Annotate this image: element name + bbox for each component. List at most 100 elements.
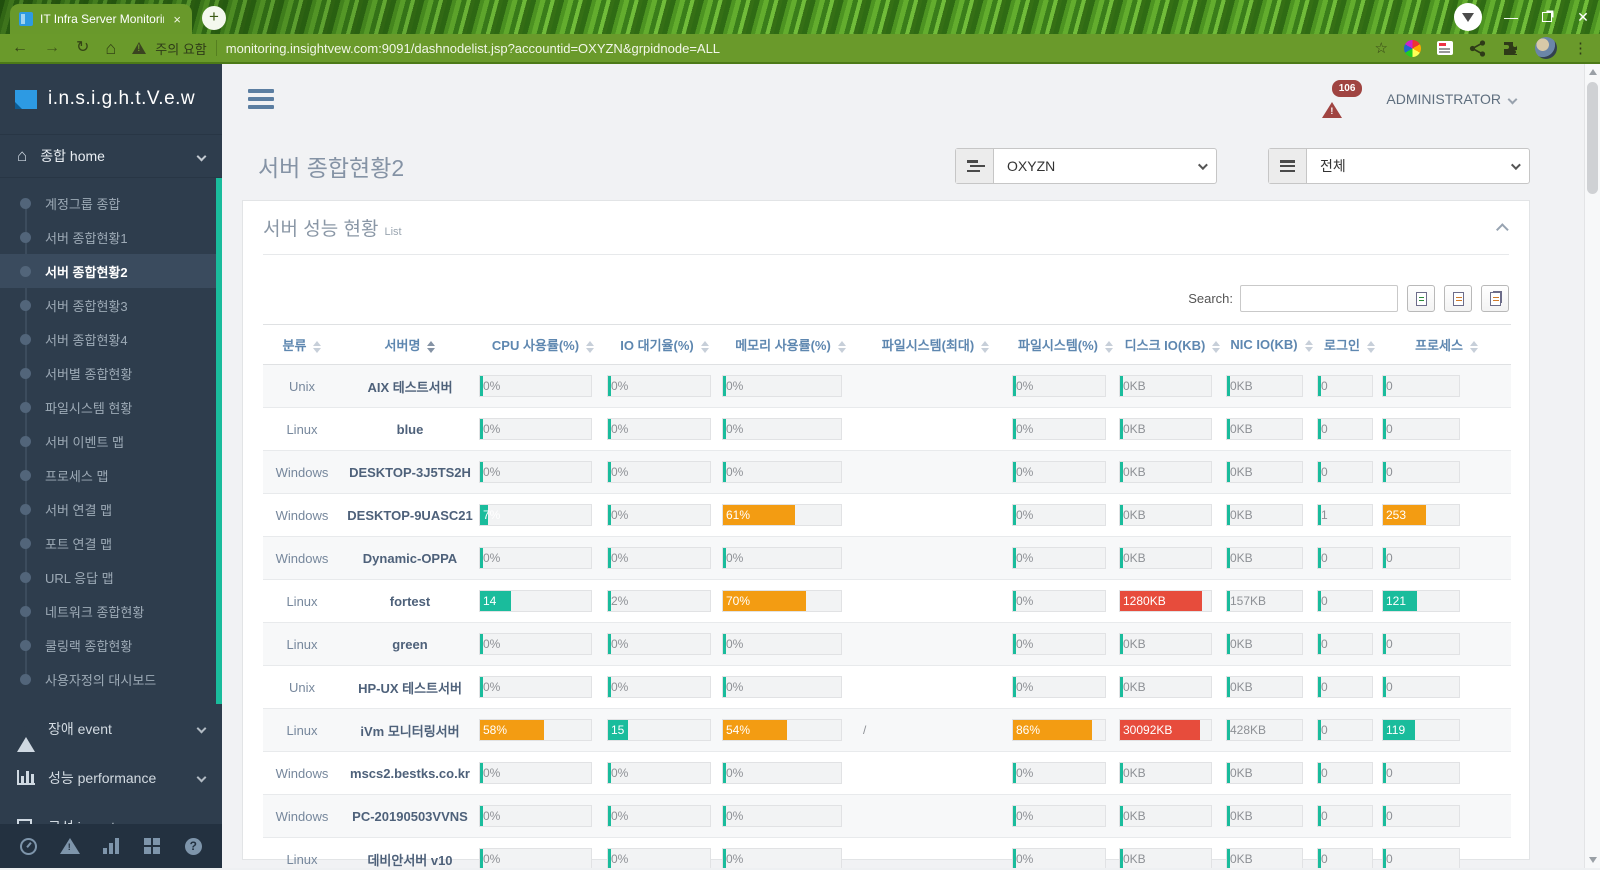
search-input[interactable] <box>1240 285 1398 312</box>
stats-bars-icon[interactable] <box>99 834 123 858</box>
column-header-1[interactable]: 분류 <box>263 324 341 365</box>
browser-tab[interactable]: IT Infra Server Monitoring and M × <box>10 4 192 34</box>
column-header-11[interactable]: 프로세스 <box>1382 324 1511 365</box>
table-row[interactable]: Windows mscs2.bestks.co.kr 0% 0% 0% 0% 0KB 0KB 0… <box>263 751 1511 795</box>
sidebar-item-4[interactable]: 서버 종합현황3 <box>0 288 216 322</box>
column-header-5[interactable]: 메모리 사용률(%) <box>722 324 859 365</box>
profile-avatar[interactable] <box>1535 37 1557 59</box>
cell-cpu: 58% <box>479 708 607 752</box>
window-restore-button[interactable] <box>1542 12 1552 22</box>
table-row[interactable]: Linux blue 0% 0% 0% 0% 0KB 0KB 0 0 <box>263 407 1511 451</box>
grid-icon[interactable] <box>140 834 164 858</box>
sidebar-item-9[interactable]: 프로세스 맵 <box>0 458 216 492</box>
media-control-button[interactable] <box>1454 3 1482 31</box>
column-header-2[interactable]: 서버명 <box>341 324 479 365</box>
table-row[interactable]: Linux iVm 모니터링서버 58% 15 54% /86% 30092KB 428KB 0… <box>263 708 1511 752</box>
sort-icon <box>837 340 846 353</box>
address-bar[interactable]: 주의 요함 monitoring.insightvew.com:9091/das… <box>132 39 1388 58</box>
share-icon[interactable] <box>1469 39 1486 57</box>
table-row[interactable]: Unix HP-UX 테스트서버 0% 0% 0% 0% 0KB 0KB 0 0 <box>263 665 1511 709</box>
scroll-up-icon[interactable] <box>1589 69 1597 75</box>
cell-mem: 0% <box>722 622 859 666</box>
help-icon[interactable]: ? <box>181 834 205 858</box>
vertical-scrollbar[interactable] <box>1584 64 1600 868</box>
window-close-button[interactable]: ✕ <box>1576 9 1590 26</box>
tab-close-icon[interactable]: × <box>171 12 183 27</box>
sidebar-item-5[interactable]: 서버 종합현황4 <box>0 322 216 356</box>
server-name: PC-20190503VVNS <box>341 794 479 838</box>
server-name: 데비안서버 v10 <box>341 837 479 868</box>
cell-proc: 121 <box>1382 579 1511 623</box>
notification-button[interactable]: 106 <box>1320 80 1363 118</box>
cell-disk: 0KB <box>1119 407 1226 451</box>
user-menu[interactable]: ADMINISTRATOR <box>1386 91 1518 107</box>
table-row[interactable]: Linux green 0% 0% 0% 0% 0KB 0KB 0 0 <box>263 622 1511 666</box>
table-row[interactable]: Unix AIX 테스트서버 0% 0% 0% 0% 0KB 0KB 0 0 <box>263 364 1511 408</box>
login-bar: 0 <box>1317 547 1373 569</box>
notes-extension-icon[interactable] <box>1437 41 1453 55</box>
sidebar-item-15[interactable]: 사용자정의 대시보드 <box>0 662 216 696</box>
nic-bar: 0KB <box>1226 633 1303 655</box>
proc-bar: 253 <box>1382 504 1460 526</box>
reload-button[interactable]: ↻ <box>76 40 89 56</box>
cell-io: 0% <box>607 450 722 494</box>
window-minimize-button[interactable]: — <box>1504 9 1518 25</box>
sidebar-section-event[interactable]: 장애 event <box>0 704 222 753</box>
table-row[interactable]: Linux fortest 14 2% 70% 0% 1280KB 157KB 0 121 <box>263 579 1511 623</box>
sidebar-item-10[interactable]: 서버 연결 맵 <box>0 492 216 526</box>
export-excel-button[interactable] <box>1407 285 1435 312</box>
sidebar-item-14[interactable]: 쿨링랙 종합현황 <box>0 628 216 662</box>
forward-button[interactable]: → <box>44 40 60 56</box>
column-header-4[interactable]: IO 대기율(%) <box>607 324 722 365</box>
cell-disk: 0KB <box>1119 794 1226 838</box>
panel-collapse-icon[interactable] <box>1496 223 1509 236</box>
scroll-down-icon[interactable] <box>1589 857 1597 863</box>
server-type: Unix <box>263 364 341 408</box>
back-button[interactable]: ← <box>12 40 28 56</box>
home-button[interactable]: ⌂ <box>105 39 116 57</box>
sidebar-item-6[interactable]: 서버별 종합현황 <box>0 356 216 390</box>
export-csv-button[interactable] <box>1444 285 1472 312</box>
bookmark-star-icon[interactable]: ☆ <box>1375 39 1388 57</box>
column-header-9[interactable]: NIC IO(KB) <box>1226 324 1317 365</box>
sidebar-item-8[interactable]: 서버 이벤트 맵 <box>0 424 216 458</box>
cell-fsmax <box>859 794 1012 838</box>
sidebar-item-11[interactable]: 포트 연결 맵 <box>0 526 216 560</box>
column-header-8[interactable]: 디스크 IO(KB) <box>1119 324 1226 365</box>
table-row[interactable]: Windows Dynamic-OPPA 0% 0% 0% 0% 0KB 0KB 0 0 <box>263 536 1511 580</box>
color-wheel-extension-icon[interactable] <box>1404 39 1421 57</box>
column-header-3[interactable]: CPU 사용률(%) <box>479 324 607 365</box>
sidebar-item-home[interactable]: ⌂ 종합 home <box>0 134 222 178</box>
security-warning-icon[interactable] <box>132 42 147 54</box>
scrollbar-thumb[interactable] <box>1587 82 1598 194</box>
gauge-icon[interactable] <box>17 834 41 858</box>
group-select[interactable]: 전체 <box>1268 148 1530 184</box>
hamburger-menu-icon[interactable] <box>248 89 274 109</box>
disk-bar: 1280KB <box>1119 590 1212 612</box>
sidebar-item-13[interactable]: 네트워크 종합현황 <box>0 594 216 628</box>
disk-bar: 0KB <box>1119 547 1212 569</box>
extensions-puzzle-icon[interactable] <box>1502 40 1519 57</box>
sidebar-item-1[interactable]: 계정그룹 종합 <box>0 186 216 220</box>
column-header-10[interactable]: 로그인 <box>1317 324 1382 365</box>
table-row[interactable]: Linux 데비안서버 v10 0% 0% 0% 0% 0KB 0KB 0 0 <box>263 837 1511 868</box>
fs-bar: 0% <box>1012 375 1106 397</box>
table-row[interactable]: Windows PC-20190503VVNS 0% 0% 0% 0% 0KB 0KB 0 0 <box>263 794 1511 838</box>
browser-menu-icon[interactable]: ⋮ <box>1573 39 1588 57</box>
alert-triangle-icon[interactable] <box>58 834 82 858</box>
table-row[interactable]: Windows DESKTOP-9UASC21 7% 0% 61% 0% 0KB 0KB 1 25… <box>263 493 1511 537</box>
chevron-down-icon <box>1197 159 1208 170</box>
new-tab-button[interactable]: + <box>202 6 226 30</box>
table-row[interactable]: Windows DESKTOP-3J5TS2H 0% 0% 0% 0% 0KB 0KB 0 0 <box>263 450 1511 494</box>
sidebar-item-2[interactable]: 서버 종합현황1 <box>0 220 216 254</box>
sidebar-item-7[interactable]: 파일시스템 현황 <box>0 390 216 424</box>
column-header-7[interactable]: 파일시스템(%) <box>1012 324 1119 365</box>
cell-disk: 0KB <box>1119 665 1226 709</box>
sidebar-item-3[interactable]: 서버 종합현황2 <box>0 254 216 288</box>
sidebar-section-performance[interactable]: 성능 performance <box>0 753 222 802</box>
copy-button[interactable] <box>1481 285 1509 312</box>
app-logo: i.n.s.i.g.h.t.V.e.w <box>0 64 222 134</box>
sidebar-item-12[interactable]: URL 응답 맵 <box>0 560 216 594</box>
column-header-6[interactable]: 파일시스템(최대) <box>859 324 1012 365</box>
account-select[interactable]: OXYZN <box>955 148 1217 184</box>
